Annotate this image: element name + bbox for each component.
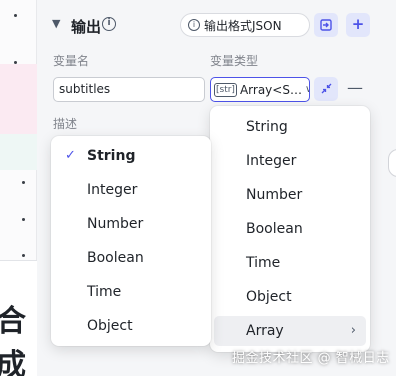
menu-item-label: String (246, 119, 288, 135)
variable-type-select[interactable]: [str] Array<S… ∨ (210, 77, 310, 102)
canvas-node-mint (0, 134, 37, 170)
menu-item-label: Boolean (87, 250, 144, 266)
subtype-option-time[interactable]: Time (55, 277, 207, 307)
subtype-option-string[interactable]: ✓ String (55, 141, 207, 171)
variable-type-label: 变量类型 (210, 54, 259, 68)
string-type-icon: [str] (214, 82, 237, 97)
collapse-button[interactable] (314, 77, 338, 101)
info-icon: i (188, 19, 200, 31)
canvas-dot (14, 14, 17, 17)
collapse-chevron-icon[interactable]: ▼ (52, 17, 60, 30)
canvas-node-title: 合成 (0, 304, 27, 376)
type-option-number[interactable]: Number (214, 180, 366, 210)
menu-item-label: Integer (87, 182, 138, 198)
type-option-integer[interactable]: Integer (214, 146, 366, 176)
variable-type-value: Array<S… (239, 82, 302, 97)
type-option-boolean[interactable]: Boolean (214, 214, 366, 244)
menu-item-label: Boolean (246, 221, 303, 237)
array-subtype-menu: ✓ String Integer Number Boolean Time Obj… (51, 136, 211, 346)
description-label: 描述 (53, 117, 78, 131)
subtype-option-object[interactable]: Object (55, 311, 207, 341)
subtype-option-number[interactable]: Number (55, 209, 207, 239)
checkmark-icon: ✓ (65, 148, 76, 163)
watermark: 掘金技术社区 @ 智械日志 (232, 351, 390, 366)
collapse-arrows-icon (321, 83, 331, 94)
menu-item-label: Object (87, 318, 133, 334)
menu-item-label: Integer (246, 153, 297, 169)
import-icon (320, 18, 332, 31)
type-option-array[interactable]: Array › (214, 316, 366, 346)
subtype-option-integer[interactable]: Integer (55, 175, 207, 205)
import-button[interactable] (314, 13, 338, 37)
type-option-object[interactable]: Object (214, 282, 366, 312)
section-title: 输出 (71, 18, 102, 36)
variable-name-input[interactable]: subtitles (53, 77, 205, 102)
canvas-dot (14, 61, 17, 64)
menu-item-label: Time (87, 284, 122, 300)
workflow-canvas[interactable]: 合成 (0, 0, 37, 376)
menu-item-label: Number (87, 216, 144, 232)
output-format-label: 输出格式JSON (204, 18, 282, 33)
canvas-dot (22, 181, 25, 184)
variable-name-label: 变量名 (53, 54, 90, 68)
menu-item-label: Number (246, 187, 303, 203)
canvas-dot (22, 218, 25, 221)
info-icon[interactable]: i (102, 17, 116, 31)
menu-item-label: Array (246, 323, 284, 339)
menu-item-label: Time (246, 255, 281, 271)
remove-variable-button[interactable]: — (347, 78, 363, 97)
add-variable-button[interactable]: + (346, 13, 370, 37)
chevron-right-icon: › (350, 323, 356, 338)
type-option-string[interactable]: String (214, 112, 366, 142)
subtype-option-boolean[interactable]: Boolean (55, 243, 207, 273)
menu-item-label: Object (246, 289, 292, 305)
canvas-node-pink (0, 64, 37, 134)
canvas-dot (22, 254, 25, 257)
panel-resize-handle[interactable] (388, 149, 396, 177)
variable-type-menu: String Integer Number Boolean Time Objec… (210, 106, 370, 352)
output-format-button[interactable]: i 输出格式JSON (180, 13, 310, 37)
type-option-time[interactable]: Time (214, 248, 366, 278)
chevron-down-icon: ∨ (305, 84, 309, 95)
